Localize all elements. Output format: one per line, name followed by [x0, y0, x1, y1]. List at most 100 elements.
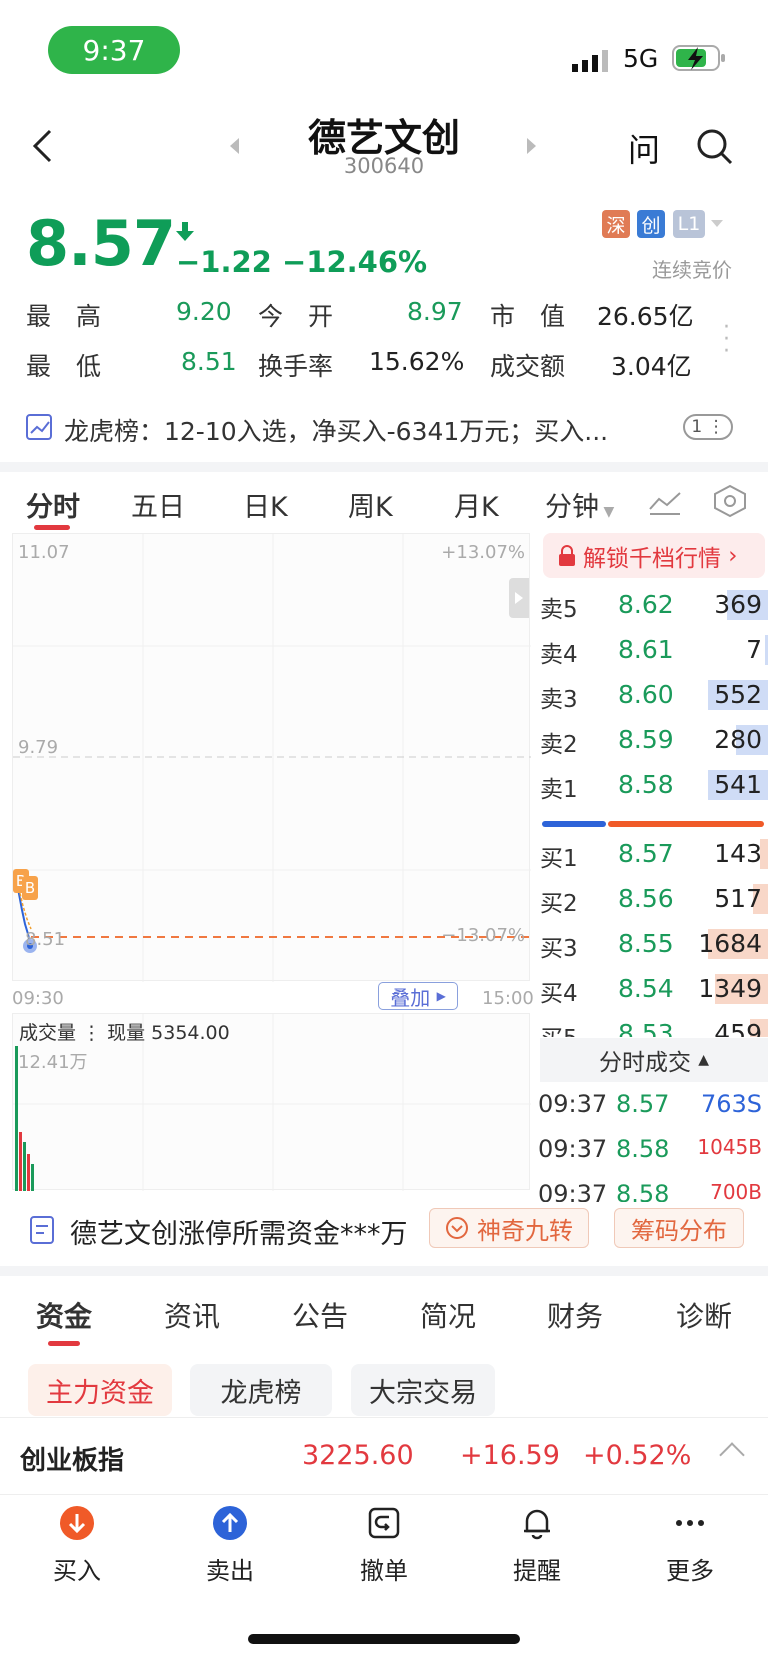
level-label: 卖2	[540, 732, 578, 758]
nav-more[interactable]: 更多	[640, 1505, 740, 1586]
subtab-dragon-tiger[interactable]: 龙虎榜	[190, 1364, 332, 1416]
level-price: 8.61	[618, 635, 674, 664]
badge-shenzhen: 深	[602, 210, 630, 238]
nav-alert[interactable]: 提醒	[487, 1505, 587, 1586]
stat-value-amount: 3.04亿	[611, 352, 692, 381]
tick-price: 8.57	[616, 1090, 670, 1118]
ask-level-row[interactable]: 卖4 8.61 7	[540, 627, 768, 672]
stat-label-low: 最 低	[26, 352, 102, 381]
index-change: +16.59	[460, 1440, 560, 1471]
bid-level-row[interactable]: 买4 8.54 1349	[540, 966, 768, 1011]
tab-news[interactable]: 资讯	[164, 1295, 220, 1335]
subtab-main-funds[interactable]: 主力资金	[28, 1364, 172, 1416]
level-label: 买3	[540, 936, 578, 962]
tab-monthly-k[interactable]: 月K	[454, 485, 499, 524]
subtab-block-trade[interactable]: 大宗交易	[351, 1364, 495, 1416]
section-divider	[0, 462, 768, 472]
badge-level1[interactable]: L1	[673, 210, 705, 238]
level-volume: 1349	[698, 974, 762, 1003]
battery-charging-icon	[672, 45, 725, 71]
nav-more-label: 更多	[666, 1557, 714, 1585]
magic-nine-button[interactable]: 神奇九转	[429, 1208, 589, 1248]
tick-volume: 763S	[700, 1090, 762, 1118]
overlay-button[interactable]: 叠加 ▶	[378, 982, 458, 1010]
tab-minute[interactable]: 分钟 ▼	[545, 485, 614, 524]
level-volume: 1684	[698, 929, 762, 958]
stat-value-low: 8.51	[181, 347, 237, 376]
tab-5day[interactable]: 五日	[131, 485, 185, 524]
stat-value-open: 8.97	[407, 297, 463, 326]
ask-level-row[interactable]: 卖3 8.60 552	[540, 672, 768, 717]
price-change: −1.22 −12.46%	[176, 245, 428, 279]
level-label: 卖5	[540, 597, 578, 623]
nav-cancel-order[interactable]: 撤单	[334, 1505, 434, 1586]
document-icon	[30, 1216, 54, 1244]
bid-level-row[interactable]: 买2 8.56 517	[540, 876, 768, 921]
stat-label-turnover: 换手率	[258, 352, 334, 381]
bell-icon	[524, 1509, 550, 1540]
tab-profile[interactable]: 简况	[420, 1295, 476, 1335]
tab-diagnosis[interactable]: 诊断	[676, 1295, 732, 1335]
stat-label-high: 最 高	[26, 302, 102, 331]
nav-buy[interactable]: 买入	[27, 1505, 127, 1586]
y-axis-top: 11.07	[18, 542, 70, 563]
settings-hex-icon[interactable]	[712, 484, 748, 518]
y-axis-bottom-pct: −13.07%	[441, 925, 525, 946]
chip-distribution-button[interactable]: 筹码分布	[614, 1208, 744, 1248]
nav-sell[interactable]: 卖出	[180, 1505, 280, 1586]
tick-time: 09:37	[538, 1135, 608, 1163]
expand-orderbook-handle[interactable]	[509, 578, 529, 618]
ask-level-row[interactable]: 卖2 8.59 280	[540, 717, 768, 762]
tab-announcements[interactable]: 公告	[292, 1295, 348, 1335]
tick-row: 09:37 8.58 700B	[538, 1180, 766, 1202]
ask-level-row[interactable]: 卖1 8.58 541	[540, 762, 768, 807]
volume-chart[interactable]: 成交量 ⋮ 现量 5354.00 12.41万	[12, 1013, 531, 1191]
tick-row: 09:37 8.58 1045B	[538, 1135, 766, 1163]
tab-intraday[interactable]: 分时	[26, 485, 80, 524]
stat-value-turnover: 15.62%	[369, 347, 465, 376]
more-vertical-icon[interactable]: · · ·	[723, 317, 730, 363]
level-volume: 459	[714, 1019, 762, 1037]
level-label: 买5	[540, 1019, 578, 1037]
tab-funds[interactable]: 资金	[36, 1295, 92, 1335]
signal-icon	[572, 50, 608, 72]
bid-level-row[interactable]: 买1 8.57 143	[540, 831, 768, 876]
level-price: 8.54	[618, 974, 674, 1003]
chevron-down-icon[interactable]	[711, 220, 723, 227]
index-value: 3225.60	[302, 1440, 414, 1471]
home-indicator	[248, 1634, 520, 1644]
limit-up-funds-text[interactable]: 德艺文创涨停所需资金***万	[70, 1212, 408, 1251]
intraday-chart[interactable]: B B 11.07 +13.07% 9.79 8.51 −13.07%	[12, 533, 531, 982]
nav-alert-label: 提醒	[513, 1557, 561, 1585]
level-price: 8.60	[618, 680, 674, 709]
level-volume: 552	[714, 680, 762, 709]
level-price: 8.53	[618, 1019, 674, 1037]
level-label: 卖1	[540, 777, 578, 803]
ticks-header[interactable]: 分时成交 ▲	[540, 1038, 768, 1082]
level-volume: 541	[714, 770, 762, 799]
bid-level-row[interactable]: 买3 8.55 1684	[540, 921, 768, 966]
ask-button[interactable]: 问	[628, 125, 660, 171]
level-price: 8.56	[618, 884, 674, 913]
tab-daily-k[interactable]: 日K	[243, 485, 288, 524]
dragon-tiger-count[interactable]: 1 ⋮	[683, 414, 733, 440]
tab-financials[interactable]: 财务	[547, 1295, 603, 1335]
dragon-tiger-text[interactable]: 龙虎榜：12-10入选，净买入-6341万元；买入...	[64, 412, 608, 448]
buy-marker[interactable]: B	[22, 876, 38, 900]
tick-price: 8.58	[616, 1180, 670, 1202]
chart-style-icon[interactable]	[647, 487, 683, 517]
unlock-depth-button[interactable]: 解锁千档行情 ›	[543, 533, 765, 578]
level-volume: 7	[746, 635, 762, 664]
cancel-order-icon	[368, 1507, 400, 1539]
tab-weekly-k[interactable]: 周K	[348, 485, 393, 524]
network-type: 5G	[623, 44, 659, 73]
sell-icon	[213, 1506, 247, 1540]
index-change-pct: +0.52%	[583, 1440, 692, 1471]
bid-level-row[interactable]: 买5 8.53 459	[540, 1011, 768, 1037]
lock-icon	[559, 544, 575, 566]
search-icon[interactable]	[696, 128, 734, 166]
nav-buy-label: 买入	[53, 1557, 101, 1585]
next-stock-icon[interactable]	[527, 138, 536, 154]
ask-level-row[interactable]: 卖5 8.62 369	[540, 582, 768, 627]
stat-value-mktcap: 26.65亿	[597, 302, 694, 331]
